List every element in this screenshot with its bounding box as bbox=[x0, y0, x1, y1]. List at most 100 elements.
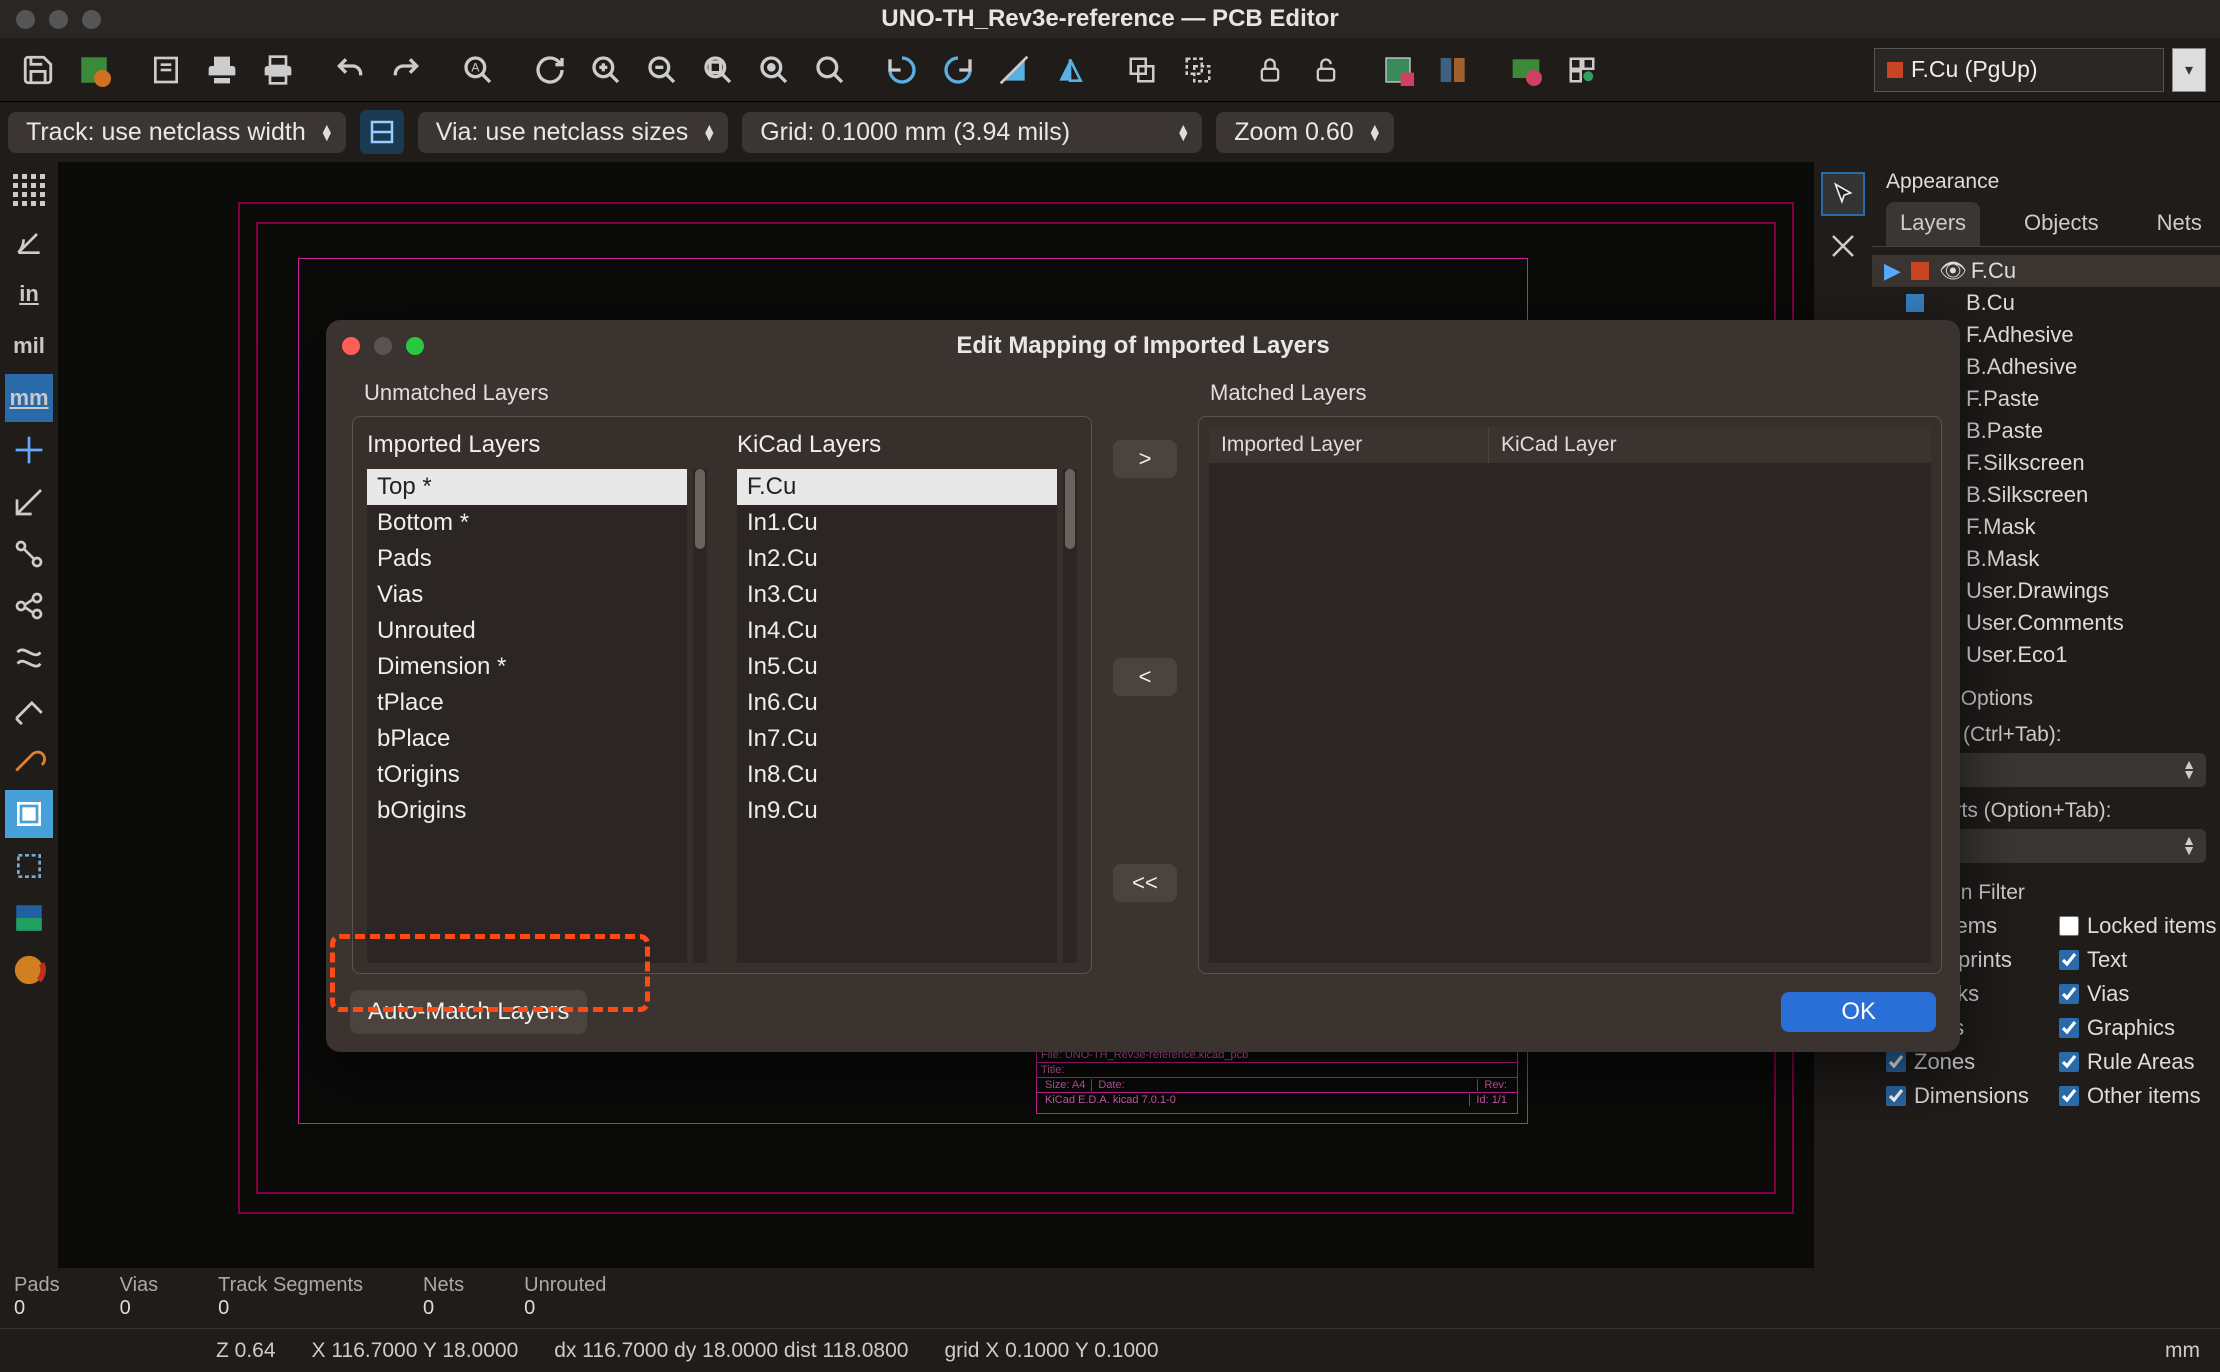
rotate-ccw-icon[interactable] bbox=[878, 46, 926, 94]
kicad-layer-item[interactable]: In4.Cu bbox=[737, 613, 1057, 649]
undo-icon[interactable] bbox=[326, 46, 374, 94]
matched-layers-table[interactable]: Imported Layer KiCad Layer bbox=[1209, 427, 1931, 963]
lock-icon[interactable] bbox=[1246, 46, 1294, 94]
zoom-dropdown[interactable]: Zoom 0.60▲▼ bbox=[1216, 112, 1394, 153]
imported-layer-item[interactable]: tPlace bbox=[367, 685, 687, 721]
redo-icon[interactable] bbox=[382, 46, 430, 94]
filter-checkbox[interactable]: Dimensions bbox=[1886, 1083, 2029, 1109]
track-width-dropdown[interactable]: Track: use netclass width▲▼ bbox=[8, 112, 346, 153]
zoom-fit-icon[interactable] bbox=[694, 46, 742, 94]
net-highlight-icon[interactable] bbox=[5, 582, 53, 630]
unit-mm-icon[interactable]: mm bbox=[5, 374, 53, 422]
ratsnest-visibility-icon[interactable] bbox=[5, 478, 53, 526]
zoom-objects-icon[interactable] bbox=[750, 46, 798, 94]
print-icon[interactable] bbox=[198, 46, 246, 94]
high-contrast-icon[interactable] bbox=[5, 894, 53, 942]
filter-checkbox[interactable]: Vias bbox=[2059, 981, 2217, 1007]
minimize-window-icon[interactable] bbox=[49, 10, 68, 29]
rotate-cw-icon[interactable] bbox=[934, 46, 982, 94]
filter-checkbox[interactable]: Zones bbox=[1886, 1049, 2029, 1075]
imported-layer-item[interactable]: Top * bbox=[367, 469, 687, 505]
zoom-selection-icon[interactable] bbox=[806, 46, 854, 94]
tab-objects[interactable]: Objects bbox=[2010, 202, 2113, 246]
imported-layer-item[interactable]: Unrouted bbox=[367, 613, 687, 649]
kicad-layer-item[interactable]: In5.Cu bbox=[737, 649, 1057, 685]
select-tool-icon[interactable] bbox=[1821, 172, 1865, 216]
window-traffic-lights[interactable] bbox=[16, 10, 101, 29]
zone-display-icon[interactable] bbox=[5, 634, 53, 682]
via-size-dropdown[interactable]: Via: use netclass sizes▲▼ bbox=[418, 112, 728, 153]
plot-icon[interactable] bbox=[254, 46, 302, 94]
outline-mode-icon[interactable] bbox=[5, 842, 53, 890]
kicad-layers-list[interactable]: F.CuIn1.CuIn2.CuIn3.CuIn4.CuIn5.CuIn6.Cu… bbox=[737, 469, 1057, 963]
cursor-shape-icon[interactable] bbox=[5, 426, 53, 474]
imported-layer-item[interactable]: Dimension * bbox=[367, 649, 687, 685]
filter-checkbox[interactable]: Other items bbox=[2059, 1083, 2217, 1109]
zoom-in-icon[interactable] bbox=[582, 46, 630, 94]
ratsnest-toggle-icon[interactable] bbox=[360, 110, 404, 154]
kicad-layer-item[interactable]: F.Cu bbox=[737, 469, 1057, 505]
kicad-scrollbar[interactable] bbox=[1063, 469, 1077, 963]
kicad-layer-item[interactable]: In2.Cu bbox=[737, 541, 1057, 577]
kicad-layer-item[interactable]: In6.Cu bbox=[737, 685, 1057, 721]
filter-checkbox[interactable]: Graphics bbox=[2059, 1015, 2217, 1041]
dialog-close-icon[interactable] bbox=[342, 337, 360, 355]
dialog-zoom-icon[interactable] bbox=[406, 337, 424, 355]
imported-layer-item[interactable]: bOrigins bbox=[367, 793, 687, 829]
kicad-layer-item[interactable]: In8.Cu bbox=[737, 757, 1057, 793]
scripting-icon[interactable] bbox=[1558, 46, 1606, 94]
imported-scrollbar[interactable] bbox=[693, 469, 707, 963]
zoom-window-icon[interactable] bbox=[82, 10, 101, 29]
layer-row[interactable]: B.Cu bbox=[1872, 287, 2220, 319]
page-settings-icon[interactable] bbox=[142, 46, 190, 94]
unit-inches-icon[interactable]: in bbox=[5, 270, 53, 318]
map-right-button[interactable]: > bbox=[1113, 440, 1177, 478]
board-setup-icon[interactable] bbox=[70, 46, 118, 94]
pad-display-icon[interactable] bbox=[5, 686, 53, 734]
footprint-browser-icon[interactable] bbox=[1430, 46, 1478, 94]
zoom-out-icon[interactable] bbox=[638, 46, 686, 94]
save-icon[interactable] bbox=[14, 46, 62, 94]
refresh-icon[interactable] bbox=[526, 46, 574, 94]
mirror-h-icon[interactable] bbox=[1046, 46, 1094, 94]
dialog-traffic-lights[interactable] bbox=[342, 337, 424, 355]
ungroup-icon[interactable] bbox=[1174, 46, 1222, 94]
auto-match-layers-button[interactable]: Auto-Match Layers bbox=[350, 990, 587, 1034]
drc-icon[interactable] bbox=[1502, 46, 1550, 94]
kicad-layer-item[interactable]: In9.Cu bbox=[737, 793, 1057, 829]
unlock-icon[interactable] bbox=[1302, 46, 1350, 94]
tab-nets[interactable]: Nets bbox=[2143, 202, 2216, 246]
ratsnest-curved-icon[interactable] bbox=[5, 530, 53, 578]
kicad-layer-item[interactable]: In7.Cu bbox=[737, 721, 1057, 757]
group-icon[interactable] bbox=[1118, 46, 1166, 94]
footprint-editor-icon[interactable] bbox=[1374, 46, 1422, 94]
imported-layers-list[interactable]: Top *Bottom *PadsViasUnroutedDimension *… bbox=[367, 469, 687, 963]
imported-layer-item[interactable]: Bottom * bbox=[367, 505, 687, 541]
imported-layer-item[interactable]: tOrigins bbox=[367, 757, 687, 793]
mirror-v-icon[interactable] bbox=[990, 46, 1038, 94]
track-display-icon[interactable] bbox=[5, 790, 53, 838]
ok-button[interactable]: OK bbox=[1781, 992, 1936, 1032]
imported-layer-item[interactable]: Vias bbox=[367, 577, 687, 613]
map-all-left-button[interactable]: << bbox=[1113, 864, 1177, 902]
tab-layers[interactable]: Layers bbox=[1886, 202, 1980, 246]
layer-manager-icon[interactable] bbox=[5, 946, 53, 994]
filter-checkbox[interactable]: Rule Areas bbox=[2059, 1049, 2217, 1075]
via-display-icon[interactable] bbox=[5, 738, 53, 786]
unit-mils-icon[interactable]: mil bbox=[5, 322, 53, 370]
polar-coords-icon[interactable] bbox=[5, 218, 53, 266]
layer-row[interactable]: ▶👁F.Cu bbox=[1872, 255, 2220, 287]
grid-visibility-icon[interactable] bbox=[5, 166, 53, 214]
find-icon[interactable]: A bbox=[454, 46, 502, 94]
close-window-icon[interactable] bbox=[16, 10, 35, 29]
filter-checkbox[interactable]: Text bbox=[2059, 947, 2217, 973]
grid-dropdown[interactable]: Grid: 0.1000 mm (3.94 mils)▲▼ bbox=[742, 112, 1202, 153]
local-ratsnest-icon[interactable] bbox=[1821, 224, 1865, 268]
layer-dropdown-caret-icon[interactable]: ▾ bbox=[2172, 48, 2206, 92]
imported-layer-item[interactable]: Pads bbox=[367, 541, 687, 577]
imported-layer-item[interactable]: bPlace bbox=[367, 721, 687, 757]
active-layer-selector[interactable]: F.Cu (PgUp) bbox=[1874, 48, 2164, 92]
kicad-layer-item[interactable]: In1.Cu bbox=[737, 505, 1057, 541]
map-left-button[interactable]: < bbox=[1113, 658, 1177, 696]
filter-checkbox[interactable]: Locked items bbox=[2059, 913, 2217, 939]
